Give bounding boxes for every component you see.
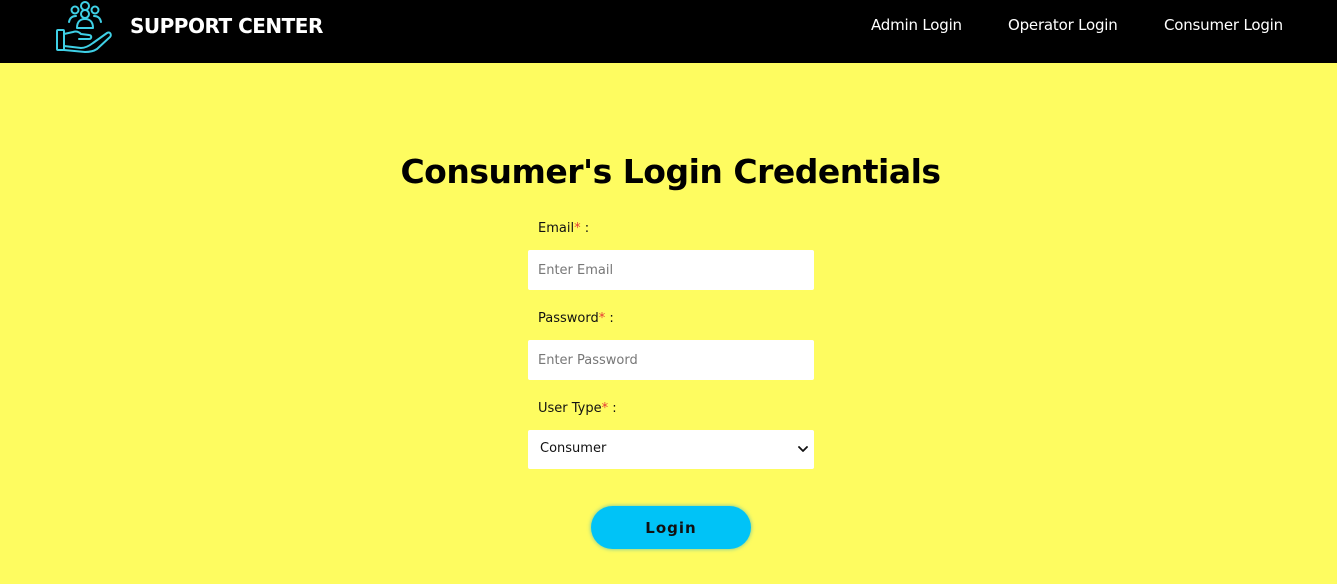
label-separator: : — [608, 401, 617, 416]
nav-admin-login[interactable]: Admin Login — [871, 16, 962, 34]
brand-name[interactable]: SUPPORT CENTER — [130, 14, 323, 38]
user-type-label: User Type* : — [538, 401, 617, 416]
label-separator: : — [580, 221, 590, 236]
helping-hand-people-icon — [56, 1, 112, 53]
email-label: Email* : — [538, 221, 589, 236]
user-type-label-text: User Type — [538, 401, 602, 416]
user-type-select[interactable]: Consumer — [528, 430, 814, 469]
page-title: Consumer's Login Credentials — [400, 152, 941, 191]
email-label-text: Email — [538, 221, 575, 236]
label-separator: : — [605, 311, 614, 326]
nav-consumer-login[interactable]: Consumer Login — [1164, 16, 1283, 34]
email-field[interactable] — [528, 250, 814, 290]
login-button[interactable]: Login — [591, 506, 751, 549]
password-label-text: Password — [538, 311, 599, 326]
top-navbar: SUPPORT CENTER Admin Login Operator Logi… — [0, 0, 1337, 63]
nav-operator-login[interactable]: Operator Login — [1008, 16, 1118, 34]
password-field[interactable] — [528, 340, 814, 380]
chevron-down-icon — [798, 446, 808, 452]
brand[interactable]: SUPPORT CENTER — [55, 0, 323, 56]
user-type-selected-value: Consumer — [540, 441, 607, 456]
password-label: Password* : — [538, 311, 614, 326]
